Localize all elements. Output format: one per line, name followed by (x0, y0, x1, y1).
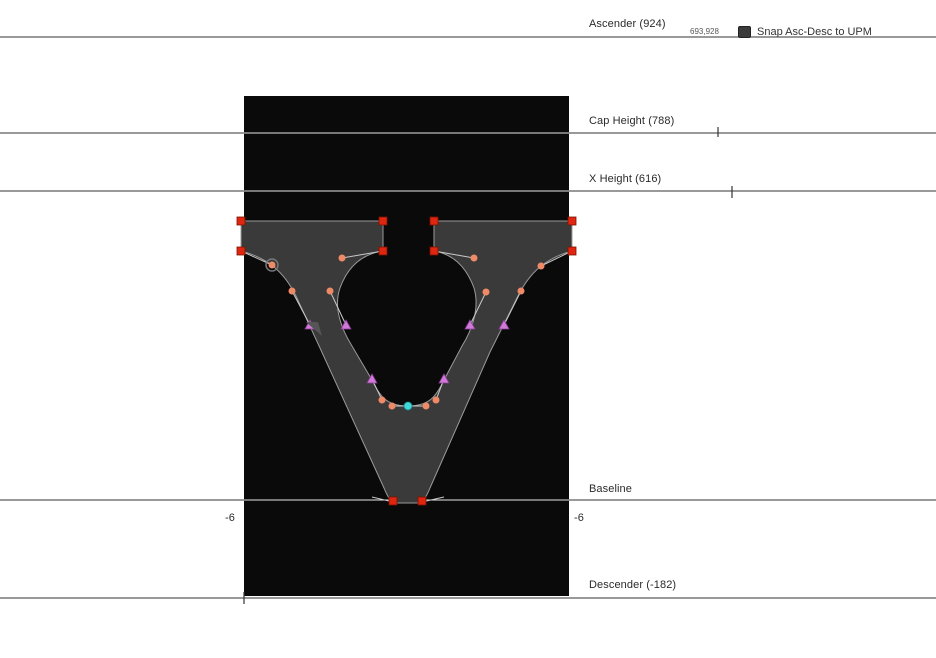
snap-checkbox[interactable] (738, 26, 751, 38)
off-curve-point (517, 287, 525, 295)
snap-asc-desc-toggle[interactable]: Snap Asc-Desc to UPM (738, 26, 872, 38)
snap-label: Snap Asc-Desc to UPM (757, 26, 872, 38)
off-curve-point (268, 261, 276, 269)
corner-point (567, 216, 577, 226)
off-curve-point (388, 402, 396, 410)
glyph-advance-box (244, 96, 569, 596)
off-curve-point (378, 396, 386, 404)
corner-point (236, 246, 246, 256)
off-curve-point (470, 254, 478, 262)
off-curve-point (326, 287, 334, 295)
corner-point (429, 246, 439, 256)
x-height-label: X Height (616) (589, 173, 662, 185)
descender-label: Descender (-182) (589, 579, 677, 591)
ascender-label: Ascender (924) (589, 18, 666, 30)
corner-point (378, 216, 388, 226)
start-point[interactable] (403, 401, 413, 411)
glyph-editor-canvas[interactable] (0, 0, 936, 658)
off-curve-point (338, 254, 346, 262)
corner-point (236, 216, 246, 226)
off-curve-point (482, 288, 490, 296)
cap-height-label: Cap Height (788) (589, 115, 675, 127)
off-curve-point (422, 402, 430, 410)
right-sidebearing-label: -6 (574, 512, 584, 524)
corner-point (378, 246, 388, 256)
off-curve-point (432, 396, 440, 404)
off-curve-point (288, 287, 296, 295)
corner-point (417, 496, 427, 506)
corner-point (388, 496, 398, 506)
corner-point (567, 246, 577, 256)
coordinate-readout: 693,928 (690, 27, 719, 36)
left-sidebearing-label: -6 (225, 512, 235, 524)
baseline-label: Baseline (589, 483, 632, 495)
corner-point (429, 216, 439, 226)
off-curve-point (537, 262, 545, 270)
